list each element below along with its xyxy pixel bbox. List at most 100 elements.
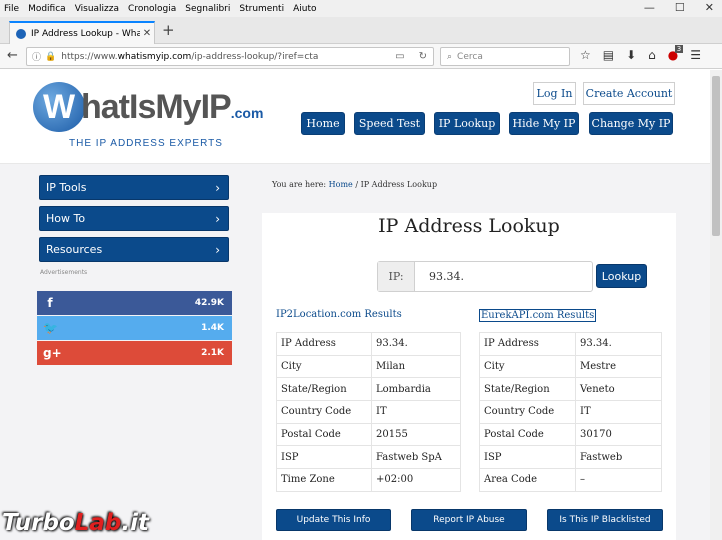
minimize-button[interactable]: — <box>644 1 655 14</box>
menu-file[interactable]: File <box>4 4 19 14</box>
menu-modifica[interactable]: Modifica <box>28 4 66 14</box>
field-label: City <box>276 354 372 379</box>
nav-ip-lookup[interactable]: IP Lookup <box>434 112 500 135</box>
close-window-button[interactable]: ✕ <box>705 1 714 14</box>
menu-strumenti[interactable]: Strumenti <box>239 4 284 14</box>
sidebar-item-resources[interactable]: Resources › <box>39 237 229 262</box>
sidebar-item-label: Resources <box>46 243 103 256</box>
back-arrow-icon[interactable]: ← <box>7 48 18 63</box>
nav-home[interactable]: Home <box>301 112 345 135</box>
scrollbar-thumb[interactable] <box>712 76 720 236</box>
nav-speed-test[interactable]: Speed Test <box>354 112 425 135</box>
maximize-button[interactable]: ☐ <box>675 1 685 14</box>
extension-icon[interactable]: ● 3 <box>668 45 684 62</box>
field-value: 93.34. <box>575 332 662 356</box>
menu-hamburger-icon[interactable]: ☰ <box>690 48 701 62</box>
ip-input-group[interactable]: IP: 93.34. <box>377 261 593 292</box>
table-row: State/Region Lombardia <box>276 377 461 402</box>
table-row: IP Address 93.34. <box>276 332 461 356</box>
field-label: IP Address <box>479 332 576 356</box>
bookmark-star-icon[interactable]: ☆ <box>580 48 591 62</box>
table-row: Postal Code 20155 <box>276 422 461 447</box>
table-row: IP Address 93.34. <box>479 332 662 356</box>
logo-name: hatIsMyIP <box>81 88 232 126</box>
field-value: IT <box>371 400 461 424</box>
menu-visualizza[interactable]: Visualizza <box>75 4 119 14</box>
table-row: ISP Fastweb SpA <box>276 445 461 470</box>
field-value: Fastweb <box>575 445 662 470</box>
home-icon[interactable]: ⌂ <box>648 48 656 62</box>
whatismyip-logo[interactable]: W hatIsMyIP.com THE IP ADDRESS EXPERTS <box>33 82 263 154</box>
field-label: State/Region <box>276 377 372 402</box>
table-row: Time Zone +02:00 <box>276 468 461 492</box>
update-info-button[interactable]: Update This Info <box>276 509 391 531</box>
library-icon[interactable]: ▤ <box>603 48 614 62</box>
blacklist-check-button[interactable]: Is This IP Blacklisted <box>547 509 663 531</box>
menu-segnalibri[interactable]: Segnalibri <box>185 4 230 14</box>
extension-badge: 3 <box>674 45 684 53</box>
field-label: Country Code <box>479 400 576 424</box>
url-host: whatismyip.com <box>117 51 192 62</box>
field-label: Postal Code <box>479 422 576 447</box>
breadcrumb-current: IP Address Lookup <box>360 180 438 189</box>
field-label: Postal Code <box>276 422 372 447</box>
ip2location-table: IP Address 93.34. City Milan State/Region L… <box>276 332 461 492</box>
field-value: – <box>575 468 662 492</box>
ip2location-results-link[interactable]: IP2Location.com Results <box>276 309 402 320</box>
logo-tagline: THE IP ADDRESS EXPERTS <box>69 138 223 149</box>
share-google-plus[interactable]: g+ 2.1K <box>37 341 232 365</box>
field-value: 30170 <box>575 422 662 447</box>
menu-cronologia[interactable]: Cronologia <box>128 4 176 14</box>
sidebar-item-ip-tools[interactable]: IP Tools › <box>39 175 229 200</box>
sidebar-item-how-to[interactable]: How To › <box>39 206 229 231</box>
field-value: Veneto <box>575 377 662 402</box>
field-label: Area Code <box>479 468 576 492</box>
breadcrumb-home-link[interactable]: Home <box>329 180 353 189</box>
download-icon[interactable]: ⬇ <box>626 48 636 62</box>
browser-tab[interactable]: IP Address Lookup - WhatIsMyIP ✕ <box>9 21 155 44</box>
google-plus-icon: g+ <box>43 346 62 360</box>
share-facebook[interactable]: f 42.9K <box>37 291 232 315</box>
breadcrumb-prefix: You are here: <box>272 180 327 189</box>
ip-label: IP: <box>378 262 415 291</box>
create-account-button[interactable]: Create Account <box>583 82 675 105</box>
lookup-button[interactable]: Lookup <box>596 264 647 288</box>
reload-icon[interactable]: ↻ <box>419 51 427 62</box>
turbolab-watermark: TurboLab.it <box>2 510 149 536</box>
chevron-right-icon: › <box>215 180 220 195</box>
reader-view-icon[interactable]: ▭ <box>395 51 404 62</box>
field-value: Lombardia <box>371 377 461 402</box>
search-input[interactable]: ⌕ Cerca <box>440 47 570 66</box>
table-row: City Mestre <box>479 354 662 379</box>
report-abuse-button[interactable]: Report IP Abuse <box>411 509 527 531</box>
field-value: Mestre <box>575 354 662 379</box>
url-path: /ip-address-lookup/?iref=cta <box>191 51 319 62</box>
logo-tld: .com <box>230 105 264 121</box>
breadcrumb-separator: / <box>355 180 359 189</box>
table-row: Postal Code 30170 <box>479 422 662 447</box>
ads-label: Advertisements <box>40 269 88 276</box>
info-icon[interactable]: ⓘ <box>32 50 41 63</box>
eurekapi-results-link[interactable]: EurekAPI.com Results <box>479 309 597 322</box>
address-bar[interactable]: ⓘ 🔒 https://www. whatismyip.com/ip-addres… <box>26 47 434 66</box>
breadcrumb: You are here: Home / IP Address Lookup <box>272 180 437 189</box>
field-value: 20155 <box>371 422 461 447</box>
ip-input[interactable]: 93.34. <box>415 270 464 283</box>
new-tab-icon[interactable]: + <box>162 21 175 39</box>
nav-change-my-ip[interactable]: Change My IP <box>589 112 673 135</box>
tab-strip: IP Address Lookup - WhatIsMyIP ✕ + <box>0 17 722 44</box>
tab-close-icon[interactable]: ✕ <box>140 28 154 39</box>
menu-aiuto[interactable]: Aiuto <box>293 4 316 14</box>
table-row: State/Region Veneto <box>479 377 662 402</box>
share-twitter[interactable]: 🐦 1.4K <box>37 316 232 340</box>
search-placeholder: Cerca <box>457 51 483 62</box>
web-page: W hatIsMyIP.com THE IP ADDRESS EXPERTS L… <box>0 70 710 540</box>
table-row: Country Code IT <box>276 400 461 424</box>
nav-hide-my-ip[interactable]: Hide My IP <box>509 112 579 135</box>
table-row: City Milan <box>276 354 461 379</box>
toolbar-icons: ☆ ▤ ⬇ ⌂ ● 3 ☰ <box>580 45 701 62</box>
chevron-right-icon: › <box>215 211 220 226</box>
logo-wordmark: hatIsMyIP.com <box>81 88 263 127</box>
login-button[interactable]: Log In <box>533 82 576 105</box>
field-label: State/Region <box>479 377 576 402</box>
